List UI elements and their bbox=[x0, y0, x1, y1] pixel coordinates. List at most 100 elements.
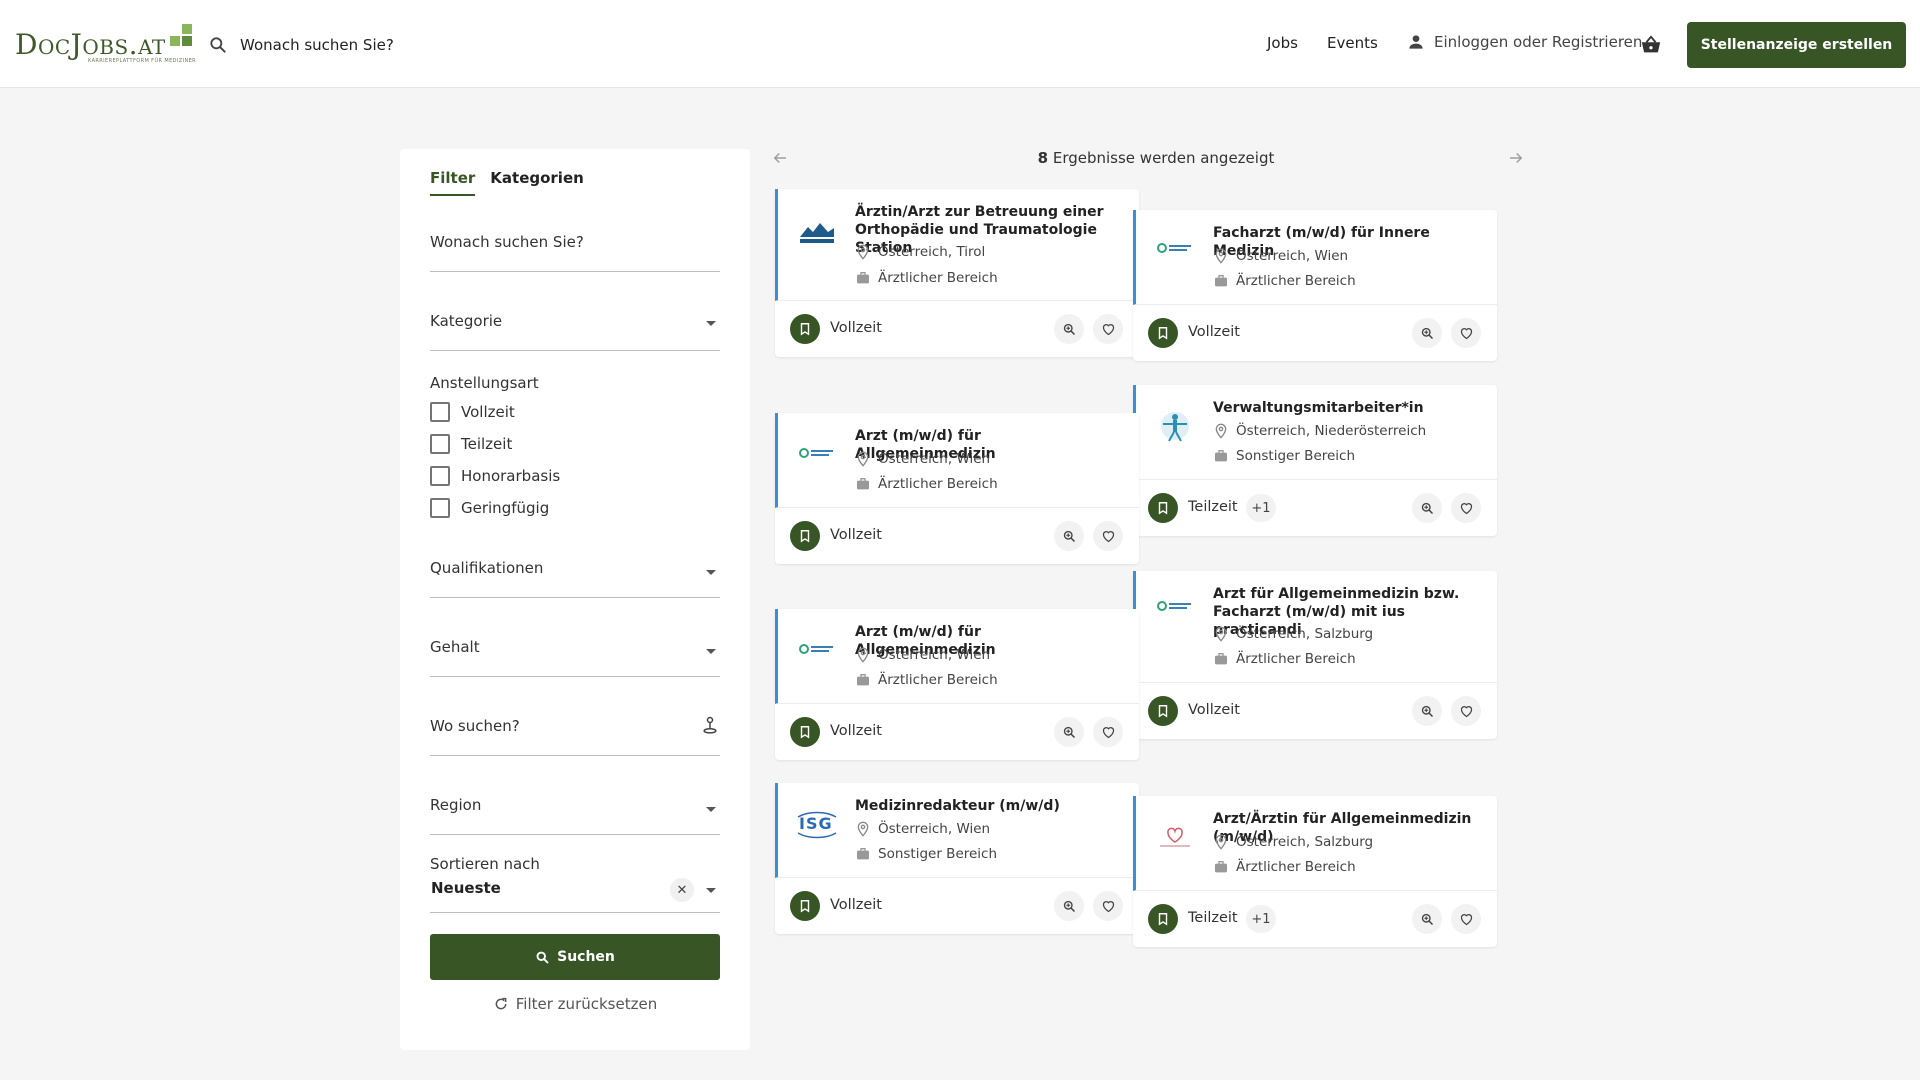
clear-sort-button[interactable]: ✕ bbox=[670, 878, 694, 902]
bookmark-button[interactable] bbox=[790, 314, 820, 344]
favorite-button[interactable] bbox=[1093, 314, 1123, 344]
zoom-button[interactable] bbox=[1054, 717, 1084, 747]
job-title[interactable]: Medizinredakteur (m/w/d) bbox=[855, 797, 1125, 815]
kategorie-select[interactable]: Kategorie bbox=[430, 308, 720, 351]
bookmark-button[interactable] bbox=[1148, 318, 1178, 348]
docjobs-logo[interactable]: DocJobs.at KARRIEREPLATTFORM FÜR MEDIZIN… bbox=[15, 24, 196, 68]
bookmark-button[interactable] bbox=[1148, 696, 1178, 726]
job-card[interactable]: Facharzt (m/w/d) für Innere Medizin Öste… bbox=[1133, 210, 1497, 361]
job-card[interactable]: Arzt/Ärztin für Allgemeinmedizin (m/w/d)… bbox=[1133, 796, 1497, 947]
prev-page-arrow-icon[interactable] bbox=[771, 149, 789, 167]
next-page-arrow-icon[interactable] bbox=[1507, 149, 1525, 167]
keyword-search-input[interactable]: Wonach suchen Sie? bbox=[430, 229, 720, 272]
bookmark-button[interactable] bbox=[1148, 904, 1178, 934]
qualifikationen-select[interactable]: Qualifikationen bbox=[430, 555, 720, 598]
job-card[interactable]: Verwaltungsmitarbeiter*in Österreich, Ni… bbox=[1133, 385, 1497, 536]
job-card-header[interactable]: Ärztin/Arzt zur Betreuung einer Orthopäd… bbox=[775, 189, 1139, 301]
nav-events-link[interactable]: Events bbox=[1327, 34, 1378, 52]
location-pin-icon[interactable] bbox=[700, 714, 720, 736]
sort-value: Neueste bbox=[431, 879, 501, 897]
zoom-button[interactable] bbox=[1054, 891, 1084, 921]
logo-tagline: KARRIEREPLATTFORM FÜR MEDIZINER bbox=[88, 58, 197, 64]
checkbox-box[interactable] bbox=[430, 466, 450, 486]
job-card-footer: Vollzeit bbox=[775, 878, 1139, 934]
basket-icon[interactable] bbox=[1640, 34, 1662, 56]
job-card[interactable]: Ärztin/Arzt zur Betreuung einer Orthopäd… bbox=[775, 189, 1139, 357]
bookmark-button[interactable] bbox=[790, 891, 820, 921]
heart-icon bbox=[1102, 900, 1114, 912]
favorite-button[interactable] bbox=[1451, 318, 1481, 348]
job-card-header[interactable]: Arzt (m/w/d) für Allgemeinmedizin Österr… bbox=[775, 609, 1139, 704]
job-title[interactable]: Verwaltungsmitarbeiter*in bbox=[1213, 399, 1483, 417]
bookmark-button[interactable] bbox=[790, 521, 820, 551]
zoom-button[interactable] bbox=[1054, 521, 1084, 551]
checkbox-box[interactable] bbox=[430, 434, 450, 454]
job-category-text: Ärztlicher Bereich bbox=[878, 270, 998, 286]
employment-type: Teilzeit bbox=[1188, 499, 1238, 515]
job-card-header[interactable]: Facharzt (m/w/d) für Innere Medizin Öste… bbox=[1133, 210, 1497, 305]
briefcase-icon bbox=[1215, 450, 1227, 462]
location-pin-icon bbox=[857, 451, 869, 467]
job-location: Österreich, Wien bbox=[855, 821, 990, 837]
briefcase-icon bbox=[857, 848, 869, 860]
job-card[interactable]: ISG Medizinredakteur (m/w/d) Österreich,… bbox=[775, 783, 1139, 934]
job-card[interactable]: Arzt für Allgemeinmedizin bzw. Facharzt … bbox=[1133, 571, 1497, 739]
job-card-header[interactable]: Arzt (m/w/d) für Allgemeinmedizin Österr… bbox=[775, 413, 1139, 508]
location-search-input[interactable]: Wo suchen? bbox=[430, 713, 720, 756]
tab-kategorien[interactable]: Kategorien bbox=[490, 169, 584, 196]
location-pin-icon bbox=[1215, 626, 1227, 642]
job-card-footer: Vollzeit bbox=[775, 301, 1139, 357]
header-search-input[interactable]: Wonach suchen Sie? bbox=[240, 36, 394, 54]
zoom-button[interactable] bbox=[1412, 696, 1442, 726]
zoom-button[interactable] bbox=[1412, 493, 1442, 523]
more-types-badge[interactable]: +1 bbox=[1246, 905, 1276, 933]
caret-down-icon bbox=[706, 649, 716, 654]
bookmark-button[interactable] bbox=[1148, 493, 1178, 523]
search-icon bbox=[210, 37, 226, 53]
employment-type: Vollzeit bbox=[830, 320, 882, 336]
favorite-button[interactable] bbox=[1093, 521, 1123, 551]
more-types-badge[interactable]: +1 bbox=[1246, 494, 1276, 522]
briefcase-icon bbox=[857, 674, 869, 686]
heart-icon bbox=[1460, 913, 1472, 925]
job-card[interactable]: Arzt (m/w/d) für Allgemeinmedizin Österr… bbox=[775, 413, 1139, 564]
favorite-button[interactable] bbox=[1093, 717, 1123, 747]
checkbox-vollzeit[interactable]: Vollzeit bbox=[430, 402, 515, 422]
job-category: Ärztlicher Bereich bbox=[855, 476, 998, 492]
job-card-header[interactable]: ISG Medizinredakteur (m/w/d) Österreich,… bbox=[775, 783, 1139, 878]
checkbox-box[interactable] bbox=[430, 402, 450, 422]
header-search[interactable]: Wonach suchen Sie? bbox=[208, 31, 394, 59]
job-location: Österreich, Salzburg bbox=[1213, 626, 1373, 642]
checkbox-geringfuegig[interactable]: Geringfügig bbox=[430, 498, 549, 518]
favorite-button[interactable] bbox=[1451, 904, 1481, 934]
caret-down-icon bbox=[706, 888, 716, 893]
create-job-ad-button[interactable]: Stellenanzeige erstellen bbox=[1687, 22, 1906, 68]
favorite-button[interactable] bbox=[1451, 696, 1481, 726]
refresh-icon bbox=[495, 997, 507, 1010]
job-location-text: Österreich, Tirol bbox=[878, 244, 986, 260]
tab-filter[interactable]: Filter bbox=[430, 169, 476, 196]
job-card-header[interactable]: Arzt für Allgemeinmedizin bzw. Facharzt … bbox=[1133, 571, 1497, 683]
job-card-header[interactable]: Verwaltungsmitarbeiter*in Österreich, Ni… bbox=[1133, 385, 1497, 480]
checkbox-honorarbasis[interactable]: Honorarbasis bbox=[430, 466, 560, 486]
location-search-placeholder: Wo suchen? bbox=[430, 717, 520, 735]
favorite-button[interactable] bbox=[1093, 891, 1123, 921]
checkbox-teilzeit[interactable]: Teilzeit bbox=[430, 434, 512, 454]
reset-filter-link[interactable]: Filter zurücksetzen bbox=[400, 995, 750, 1013]
gehalt-select[interactable]: Gehalt bbox=[430, 634, 720, 677]
favorite-button[interactable] bbox=[1451, 493, 1481, 523]
checkbox-label: Teilzeit bbox=[461, 435, 513, 453]
zoom-button[interactable] bbox=[1054, 314, 1084, 344]
job-card[interactable]: Arzt (m/w/d) für Allgemeinmedizin Österr… bbox=[775, 609, 1139, 760]
nav-jobs-link[interactable]: Jobs bbox=[1267, 34, 1298, 52]
region-select[interactable]: Region bbox=[430, 792, 720, 835]
bookmark-button[interactable] bbox=[790, 717, 820, 747]
search-button[interactable]: Suchen bbox=[430, 934, 720, 980]
zoom-button[interactable] bbox=[1412, 904, 1442, 934]
login-label: Einloggen oder Registrieren bbox=[1434, 33, 1643, 51]
zoom-button[interactable] bbox=[1412, 318, 1442, 348]
job-card-header[interactable]: Arzt/Ärztin für Allgemeinmedizin (m/w/d)… bbox=[1133, 796, 1497, 891]
checkbox-box[interactable] bbox=[430, 498, 450, 518]
job-location: Österreich, Wien bbox=[855, 451, 990, 467]
login-link[interactable]: Einloggen oder Registrieren bbox=[1406, 32, 1642, 52]
